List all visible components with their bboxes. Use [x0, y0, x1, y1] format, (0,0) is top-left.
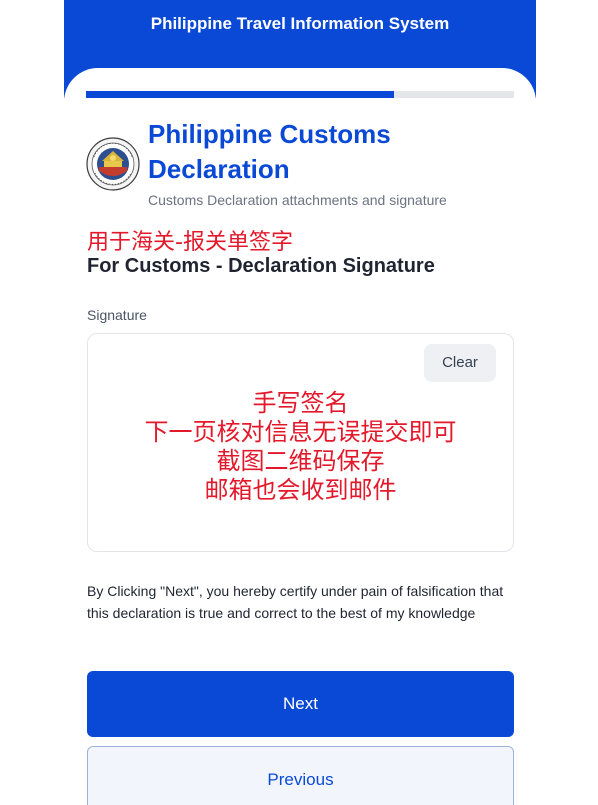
page-subtitle: Customs Declaration attachments and sign… — [148, 192, 447, 208]
annotation-note-line: 邮箱也会收到邮件 — [204, 476, 397, 504]
signature-pad[interactable]: Clear 手写签名 下一页核对信息无误提交即可 截图二维码保存 邮箱也会收到邮… — [87, 333, 514, 552]
previous-button[interactable]: Previous — [87, 746, 514, 805]
app-frame: Philippine Travel Information System Phi… — [0, 0, 598, 805]
annotation-note-line: 下一页核对信息无误提交即可 — [144, 418, 457, 446]
app-title: Philippine Travel Information System — [150, 14, 450, 33]
signature-label: Signature — [87, 307, 147, 323]
annotation-note: 手写签名 下一页核对信息无误提交即可 截图二维码保存 邮箱也会收到邮件 — [88, 389, 513, 505]
clear-button[interactable]: Clear — [424, 344, 496, 382]
chinese-annotation-heading: 用于海关-报关单签字 — [87, 230, 293, 255]
progress-bar — [86, 91, 514, 98]
progress-fill — [86, 91, 395, 98]
annotation-note-line: 手写签名 — [252, 389, 349, 417]
english-annotation-heading: For Customs - Declaration Signature — [87, 255, 435, 277]
certification-text: By Clicking "Next", you hereby certify u… — [87, 583, 504, 621]
page-title: Philippine Customs Declaration — [148, 119, 391, 184]
seal-graphic — [86, 137, 140, 191]
annotation-note-line: 截图二维码保存 — [216, 447, 385, 475]
next-button[interactable]: Next — [87, 671, 514, 737]
bureau-of-customs-seal-icon — [86, 137, 140, 191]
